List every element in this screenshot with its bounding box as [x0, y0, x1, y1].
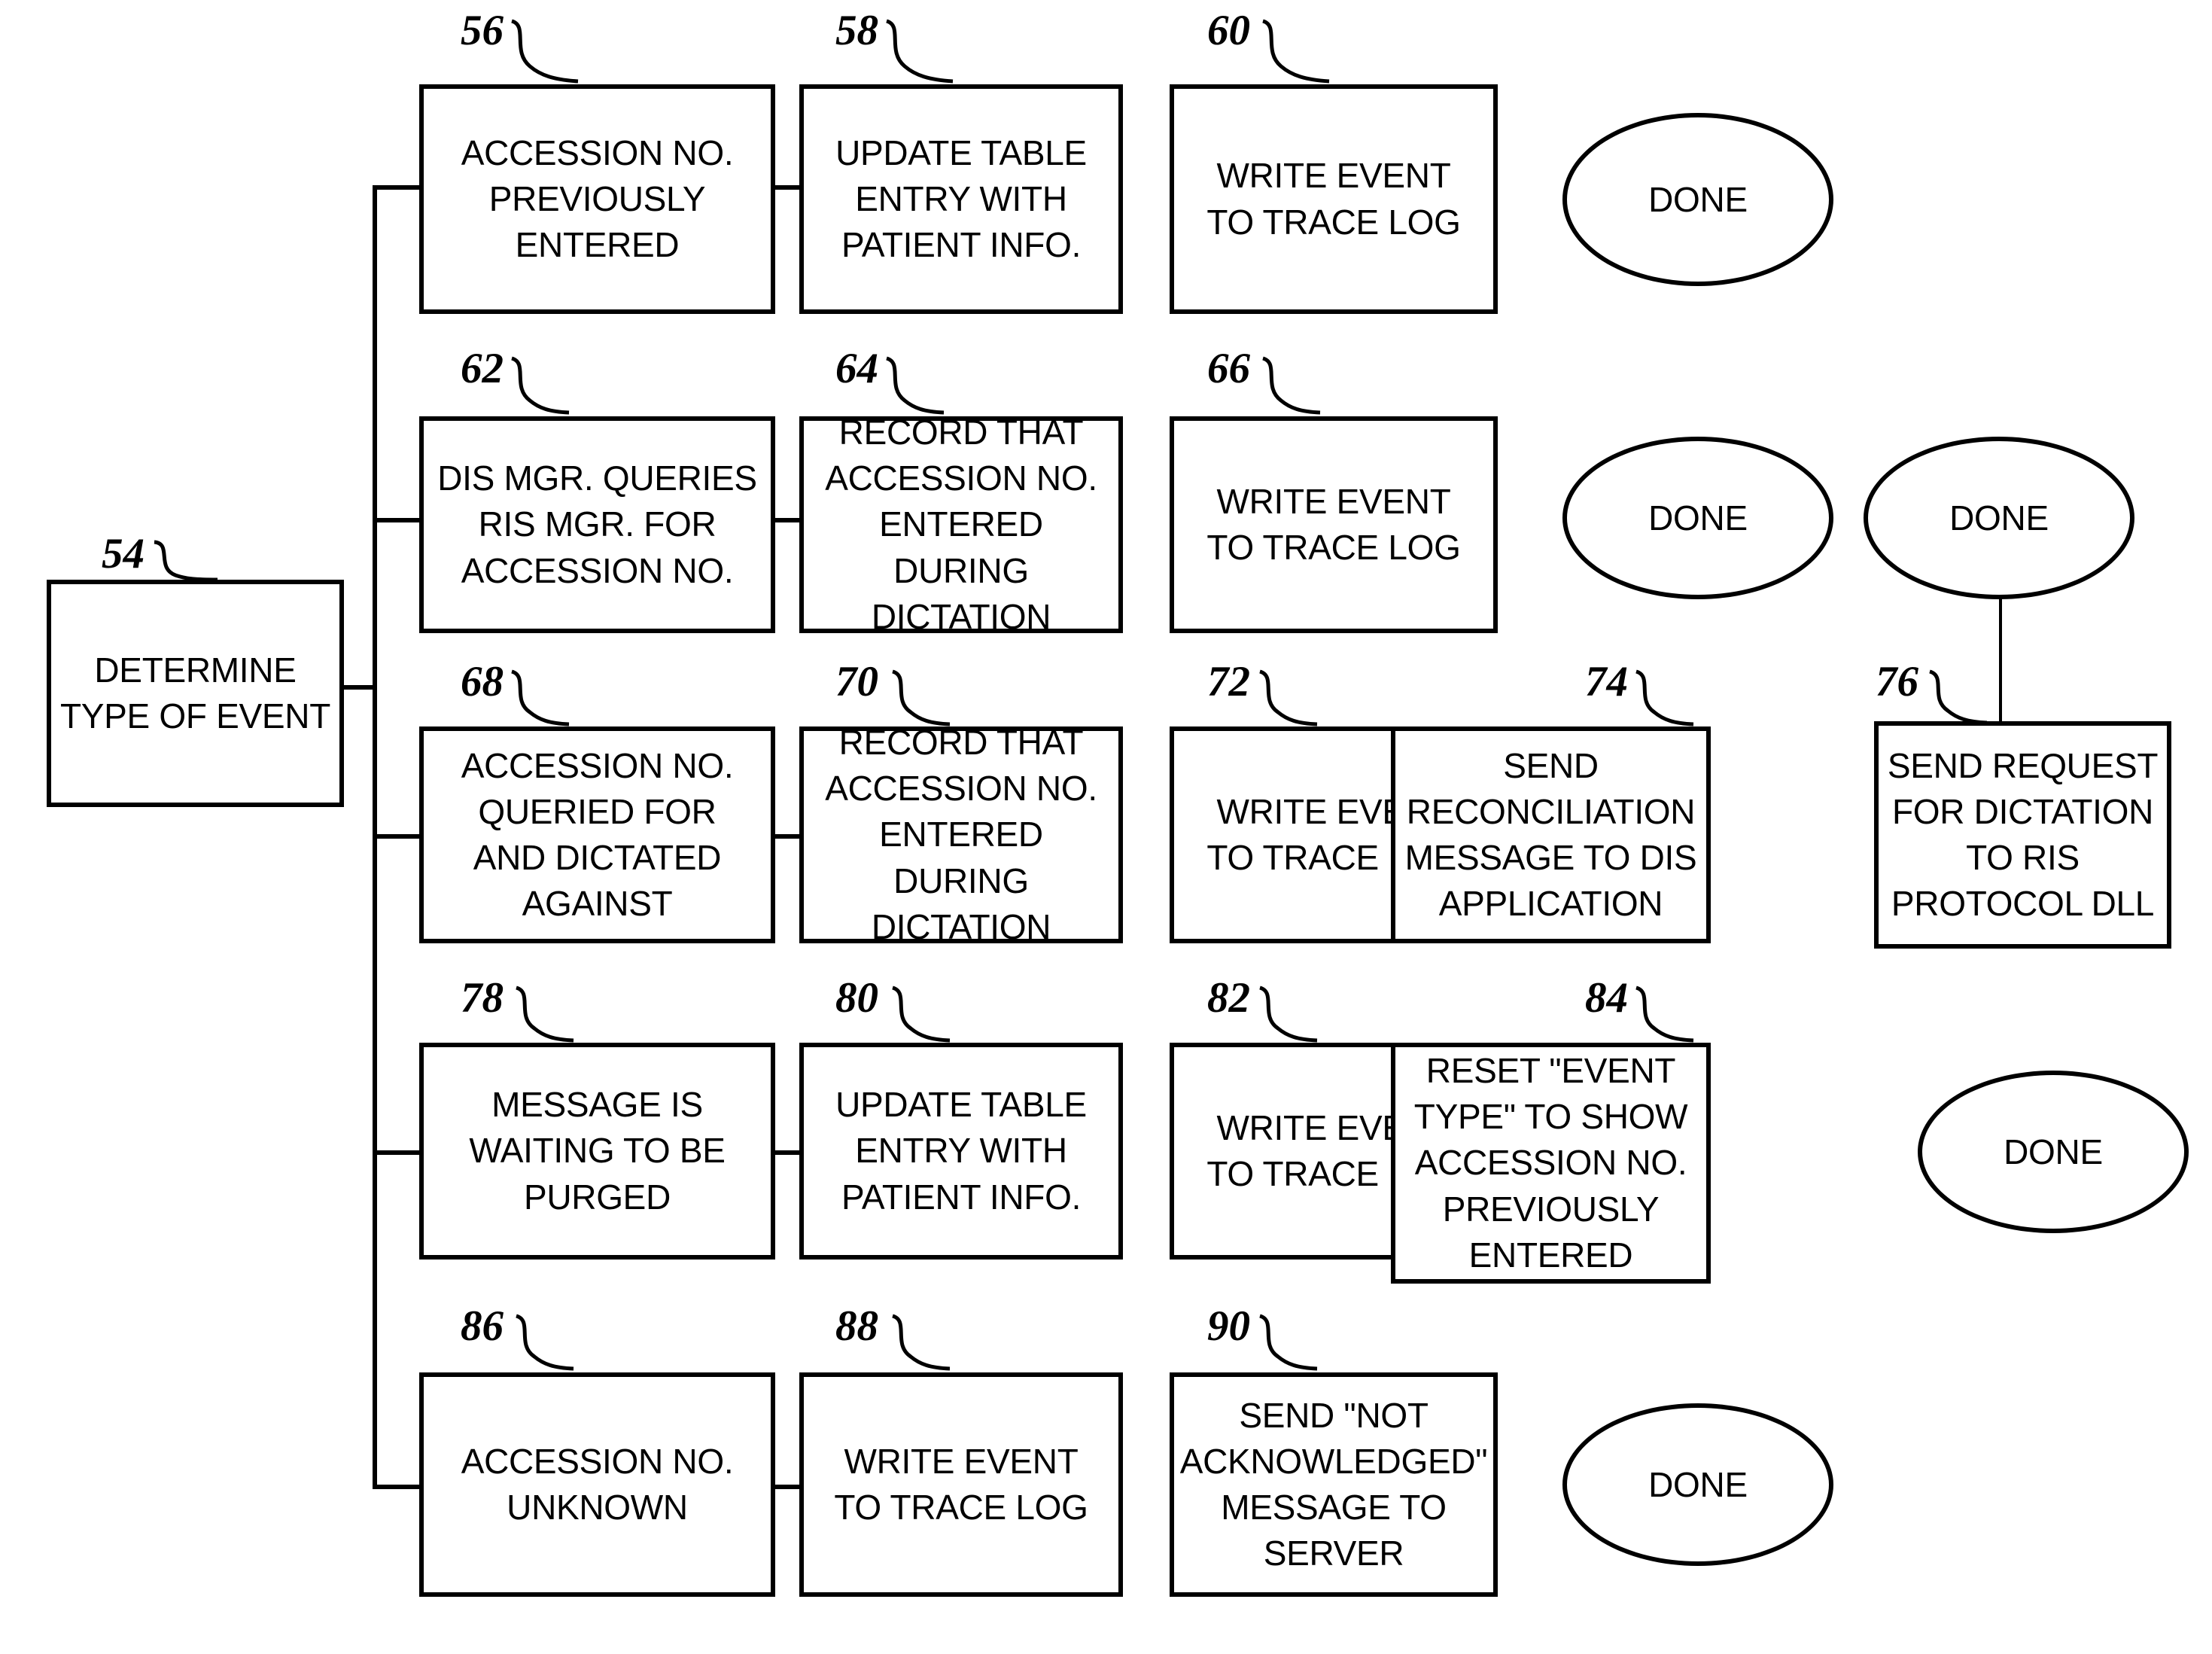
- connector-56-58: [775, 185, 799, 190]
- leader-line-78: [515, 985, 574, 1043]
- ref-numeral-60: 60: [1207, 7, 1250, 54]
- process-box-62[interactable]: DIS MGR. QUERIES RIS MGR. FOR ACCESSION …: [419, 416, 775, 633]
- terminator-done-row5-label: DONE: [1648, 1465, 1748, 1504]
- ref-numeral-66: 66: [1207, 345, 1250, 392]
- ref-numeral-84: 84: [1585, 974, 1628, 1022]
- process-box-70[interactable]: RECORD THAT ACCESSION NO. ENTERED DURING…: [799, 723, 1123, 946]
- ref-numeral-58: 58: [835, 7, 878, 54]
- flowchart-figure: DETERMINE TYPE OF EVENT 54 ACCESSION NO.…: [0, 0, 2212, 1654]
- ref-numeral-72: 72: [1207, 658, 1250, 705]
- leader-line-84: [1635, 985, 1694, 1043]
- terminator-done-row4[interactable]: DONE: [1918, 1071, 2189, 1233]
- terminator-done-row5[interactable]: DONE: [1562, 1403, 1833, 1566]
- leader-line-70: [891, 669, 951, 726]
- leader-line-58: [885, 19, 954, 84]
- leader-line-62: [510, 356, 570, 415]
- process-box-86-label: ACCESSION NO. UNKNOWN: [461, 1441, 734, 1527]
- connector-68-70: [775, 834, 799, 839]
- process-box-88[interactable]: WRITE EVENT TO TRACE LOG: [799, 1372, 1123, 1597]
- process-box-80[interactable]: UPDATE TABLE ENTRY WITH PATIENT INFO.: [799, 1043, 1123, 1260]
- branch-stub-row3: [373, 834, 419, 839]
- ref-numeral-56: 56: [461, 7, 504, 54]
- branch-stub-row2: [373, 518, 419, 522]
- process-box-90[interactable]: SEND "NOT ACKNOWLEDGED" MESSAGE TO SERVE…: [1170, 1372, 1498, 1597]
- terminator-done-to-box-76-label: DONE: [1949, 498, 2049, 538]
- leader-line-72: [1258, 669, 1318, 726]
- terminator-done-row4-label: DONE: [2004, 1132, 2103, 1171]
- ref-numeral-82: 82: [1207, 974, 1250, 1022]
- process-box-58[interactable]: UPDATE TABLE ENTRY WITH PATIENT INFO.: [799, 84, 1123, 314]
- process-box-60-label: WRITE EVENT TO TRACE LOG: [1206, 156, 1461, 242]
- ref-numeral-64: 64: [835, 345, 878, 392]
- process-box-84[interactable]: RESET "EVENT TYPE" TO SHOW ACCESSION NO.…: [1391, 1043, 1711, 1284]
- process-box-64-label: RECORD THAT ACCESSION NO. ENTERED DURING…: [825, 413, 1097, 636]
- branch-stub-row5: [373, 1485, 419, 1489]
- terminator-done-row2[interactable]: DONE: [1562, 437, 1833, 599]
- process-box-54-label: DETERMINE TYPE OF EVENT: [59, 650, 331, 736]
- process-box-56-label: ACCESSION NO. PREVIOUSLY ENTERED: [461, 133, 734, 265]
- ref-numeral-62: 62: [461, 345, 504, 392]
- leader-line-86: [515, 1314, 574, 1371]
- process-box-58-label: UPDATE TABLE ENTRY WITH PATIENT INFO.: [835, 133, 1087, 265]
- leader-line-90: [1258, 1314, 1318, 1371]
- leader-line-54: [154, 540, 218, 582]
- leader-line-64: [885, 356, 945, 415]
- process-box-68[interactable]: ACCESSION NO. QUERIED FOR AND DICTATED A…: [419, 726, 775, 943]
- leader-line-74: [1635, 669, 1694, 726]
- leader-line-56: [510, 19, 579, 84]
- leader-line-88: [891, 1314, 951, 1371]
- process-box-80-label: UPDATE TABLE ENTRY WITH PATIENT INFO.: [835, 1085, 1087, 1217]
- process-box-74-label: SEND RECONCILIATION MESSAGE TO DIS APPLI…: [1404, 745, 1697, 924]
- process-box-70-label: RECORD THAT ACCESSION NO. ENTERED DURING…: [825, 723, 1097, 946]
- process-box-62-label: DIS MGR. QUERIES RIS MGR. FOR ACCESSION …: [437, 458, 757, 590]
- leader-line-66: [1261, 356, 1321, 415]
- ref-numeral-90: 90: [1207, 1302, 1250, 1350]
- leader-line-82: [1258, 985, 1318, 1043]
- ref-numeral-76: 76: [1876, 658, 1918, 705]
- process-box-84-label: RESET "EVENT TYPE" TO SHOW ACCESSION NO.…: [1413, 1051, 1688, 1275]
- ref-numeral-78: 78: [461, 974, 504, 1022]
- process-box-76-label: SEND REQUEST FOR DICTATION TO RIS PROTOC…: [1887, 745, 2159, 924]
- process-box-86[interactable]: ACCESSION NO. UNKNOWN: [419, 1372, 775, 1597]
- process-box-66-label: WRITE EVENT TO TRACE LOG: [1206, 481, 1461, 567]
- ref-numeral-70: 70: [835, 658, 878, 705]
- ref-numeral-68: 68: [461, 658, 504, 705]
- terminator-done-row1[interactable]: DONE: [1562, 113, 1833, 286]
- connector-78-80: [775, 1150, 799, 1155]
- connector-86-88: [775, 1485, 799, 1489]
- process-box-88-label: WRITE EVENT TO TRACE LOG: [834, 1441, 1088, 1527]
- process-box-74[interactable]: SEND RECONCILIATION MESSAGE TO DIS APPLI…: [1391, 726, 1711, 943]
- ref-numeral-86: 86: [461, 1302, 504, 1350]
- leader-line-68: [510, 669, 570, 726]
- terminator-done-row2-label: DONE: [1648, 498, 1748, 538]
- process-box-60[interactable]: WRITE EVENT TO TRACE LOG: [1170, 84, 1498, 314]
- ref-numeral-54: 54: [102, 530, 145, 577]
- process-box-56[interactable]: ACCESSION NO. PREVIOUSLY ENTERED: [419, 84, 775, 314]
- process-box-90-label: SEND "NOT ACKNOWLEDGED" MESSAGE TO SERVE…: [1179, 1395, 1488, 1573]
- terminator-done-to-box-76[interactable]: DONE: [1864, 437, 2134, 599]
- ref-numeral-88: 88: [835, 1302, 878, 1350]
- ref-numeral-74: 74: [1585, 658, 1628, 705]
- process-box-76[interactable]: SEND REQUEST FOR DICTATION TO RIS PROTOC…: [1874, 721, 2171, 949]
- leader-line-60: [1261, 19, 1330, 84]
- process-box-78-label: MESSAGE IS WAITING TO BE PURGED: [469, 1085, 726, 1217]
- branch-stub-row1: [373, 185, 419, 190]
- leader-line-76: [1929, 669, 1988, 725]
- ref-numeral-80: 80: [835, 974, 878, 1022]
- terminator-done-row1-label: DONE: [1648, 180, 1748, 219]
- process-box-66[interactable]: WRITE EVENT TO TRACE LOG: [1170, 416, 1498, 633]
- process-box-64[interactable]: RECORD THAT ACCESSION NO. ENTERED DURING…: [799, 413, 1123, 636]
- process-box-78[interactable]: MESSAGE IS WAITING TO BE PURGED: [419, 1043, 775, 1260]
- leader-line-80: [891, 985, 951, 1043]
- process-box-68-label: ACCESSION NO. QUERIED FOR AND DICTATED A…: [461, 745, 734, 924]
- process-box-54[interactable]: DETERMINE TYPE OF EVENT: [47, 580, 344, 807]
- branch-stub-row4: [373, 1150, 419, 1155]
- connector-62-64: [775, 518, 799, 522]
